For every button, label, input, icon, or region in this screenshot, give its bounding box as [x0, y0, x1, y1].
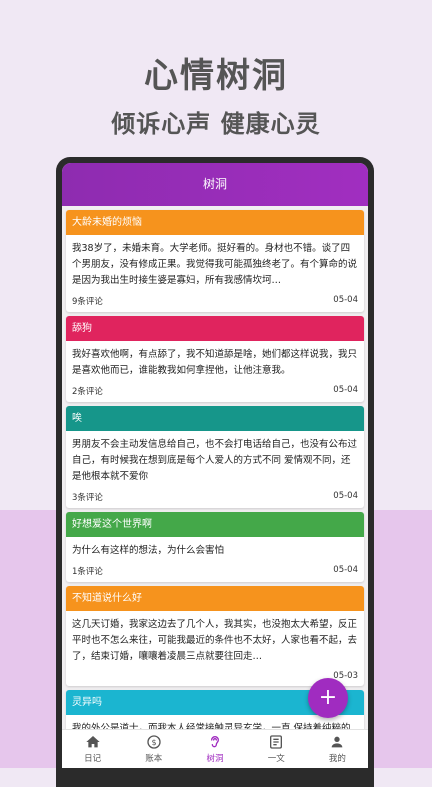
post-date: 05-04: [333, 385, 358, 395]
post-title: 不知道说什么好: [66, 586, 364, 611]
post-body: 我的外公是道士，而我本人经常接触灵异玄学，一直 保持着纯粹的好奇，某天你生会做各…: [72, 723, 351, 730]
bottom-nav: 日记 $ 账本 树洞 一文 我的: [62, 729, 368, 768]
app-bar-title: 树洞: [202, 177, 227, 191]
dollar-icon: $: [147, 735, 161, 749]
post-title: 舔狗: [66, 316, 364, 341]
nav-label: 一文: [267, 754, 285, 764]
home-icon: [85, 736, 100, 748]
post-body: 我38岁了，未婚未育。大学老师。挺好看的。身材也不错。谈了四个男朋友，没有修成正…: [72, 243, 358, 286]
promo-subtitle: 倾诉心声 健康心灵: [111, 110, 321, 138]
post-meta: 3条评论 05-04: [66, 485, 364, 508]
app-screen: 树洞 大龄未婚的烦恼 我38岁了，未婚未育。大学老师。挺好看的。身材也不错。谈了…: [62, 163, 368, 768]
nav-item-ledger[interactable]: $ 账本: [123, 730, 184, 768]
nav-item-diary[interactable]: 日记: [62, 730, 123, 768]
post-body: 为什么有这样的想法，为什么会害怕: [72, 545, 225, 556]
ear-icon: [211, 736, 220, 748]
post-meta: 9条评论 05-04: [66, 289, 364, 312]
post-date: 05-04: [333, 565, 358, 575]
comment-count[interactable]: 9条评论: [72, 295, 103, 307]
comment-count[interactable]: 2条评论: [72, 385, 103, 397]
article-icon: [270, 735, 283, 749]
post-body: 男朋友不会主动发信息给自己，也不会打电话给自己，也没有公布过自己，有时候我在想到…: [72, 439, 358, 482]
add-post-button[interactable]: +: [308, 678, 348, 718]
nav-label: 树洞: [206, 754, 224, 764]
post-date: 05-04: [333, 295, 358, 305]
nav-item-treehole[interactable]: 树洞: [184, 730, 245, 768]
comment-count[interactable]: 1条评论: [72, 565, 103, 577]
post-card[interactable]: 好想爱这个世界啊 为什么有这样的想法，为什么会害怕 1条评论 05-04: [66, 512, 364, 582]
post-meta: 2条评论 05-04: [66, 379, 364, 402]
post-date: 05-04: [333, 491, 358, 501]
post-body: 这几天订婚，我家这边去了几个人，我其实，也没抱太大希望，反正平时也不怎么来往，可…: [72, 619, 358, 662]
person-icon: [332, 736, 343, 748]
nav-item-mine[interactable]: 我的: [307, 730, 368, 768]
nav-label: 日记: [84, 754, 102, 764]
post-card[interactable]: 不知道说什么好 这几天订婚，我家这边去了几个人，我其实，也没抱太大希望，反正平时…: [66, 586, 364, 686]
svg-text:$: $: [151, 738, 156, 747]
post-list[interactable]: 大龄未婚的烦恼 我38岁了，未婚未育。大学老师。挺好看的。身材也不错。谈了四个男…: [62, 206, 368, 730]
comment-count[interactable]: 3条评论: [72, 491, 103, 503]
post-card[interactable]: 大龄未婚的烦恼 我38岁了，未婚未育。大学老师。挺好看的。身材也不错。谈了四个男…: [66, 210, 364, 312]
nav-label: 我的: [328, 754, 346, 764]
post-title: 大龄未婚的烦恼: [66, 210, 364, 235]
post-title: 好想爱这个世界啊: [66, 512, 364, 537]
post-card[interactable]: 舔狗 我好喜欢他啊，有点舔了，我不知道舔是啥，她们都这样说我，我只是喜欢他而已，…: [66, 316, 364, 402]
post-card[interactable]: 唉 男朋友不会主动发信息给自己，也不会打电话给自己，也没有公布过自己，有时候我在…: [66, 406, 364, 508]
post-title: 唉: [66, 406, 364, 431]
promo-title: 心情树洞: [144, 56, 288, 96]
nav-label: 账本: [145, 754, 163, 764]
app-bar: 树洞: [62, 163, 368, 206]
phone-frame: 树洞 大龄未婚的烦恼 我38岁了，未婚未育。大学老师。挺好看的。身材也不错。谈了…: [56, 157, 374, 787]
post-meta: 1条评论 05-04: [66, 559, 364, 582]
nav-item-article[interactable]: 一文: [246, 730, 307, 768]
post-body: 我好喜欢他啊，有点舔了，我不知道舔是啥，她们都这样说我，我只是喜欢他而已，谁能教…: [72, 349, 358, 376]
